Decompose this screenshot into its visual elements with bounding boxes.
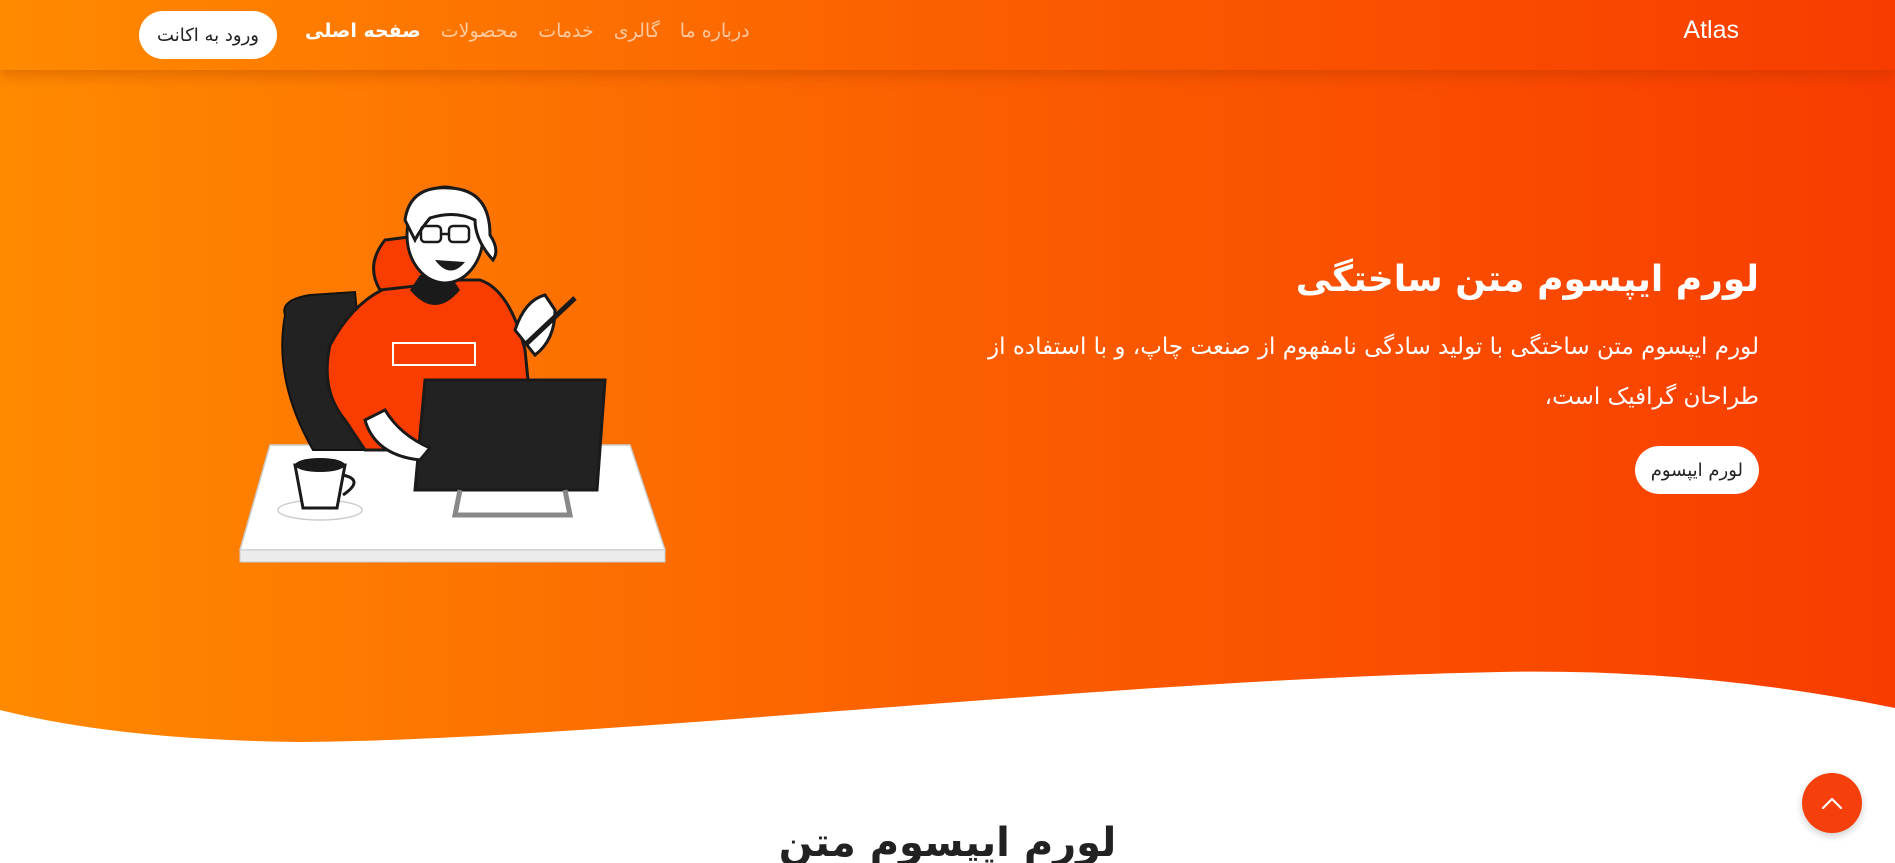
hero-text: لورم ایپسوم متن ساختگی لورم ایپسوم متن س… — [929, 250, 1759, 494]
login-button[interactable]: ورود به اکانت — [139, 11, 277, 59]
hero-section: Atlas صفحه اصلی محصولات خدمات گالری دربا… — [0, 0, 1895, 760]
hero-title: لورم ایپسوم متن ساختگی — [1295, 259, 1759, 300]
tablet — [413, 378, 607, 492]
nav-link-home[interactable]: صفحه اصلی — [305, 20, 421, 42]
nav-link-about[interactable]: درباره ما — [680, 20, 750, 42]
brand-logo[interactable]: Atlas — [1683, 16, 1739, 45]
coffee — [295, 458, 345, 472]
scroll-top-button[interactable] — [1802, 773, 1862, 833]
section-title: لورم ایپسوم متن — [778, 820, 1117, 863]
nav-link-products[interactable]: محصولات — [441, 20, 518, 42]
nav-link-services[interactable]: خدمات — [538, 20, 594, 42]
hero-cta-button[interactable]: لورم ایپسوم — [1634, 446, 1759, 494]
chevron-up-icon — [1821, 797, 1843, 810]
hero-wave — [0, 671, 1895, 760]
navbar: Atlas صفحه اصلی محصولات خدمات گالری دربا… — [0, 0, 1895, 70]
nav-links: صفحه اصلی محصولات خدمات گالری درباره ما — [305, 20, 750, 42]
desk-edge — [239, 549, 666, 563]
hero-description: لورم ایپسوم متن ساختگی با تولید سادگی نا… — [988, 334, 1759, 410]
designer-illustration — [239, 185, 667, 563]
nav-link-gallery[interactable]: گالری — [614, 20, 660, 42]
